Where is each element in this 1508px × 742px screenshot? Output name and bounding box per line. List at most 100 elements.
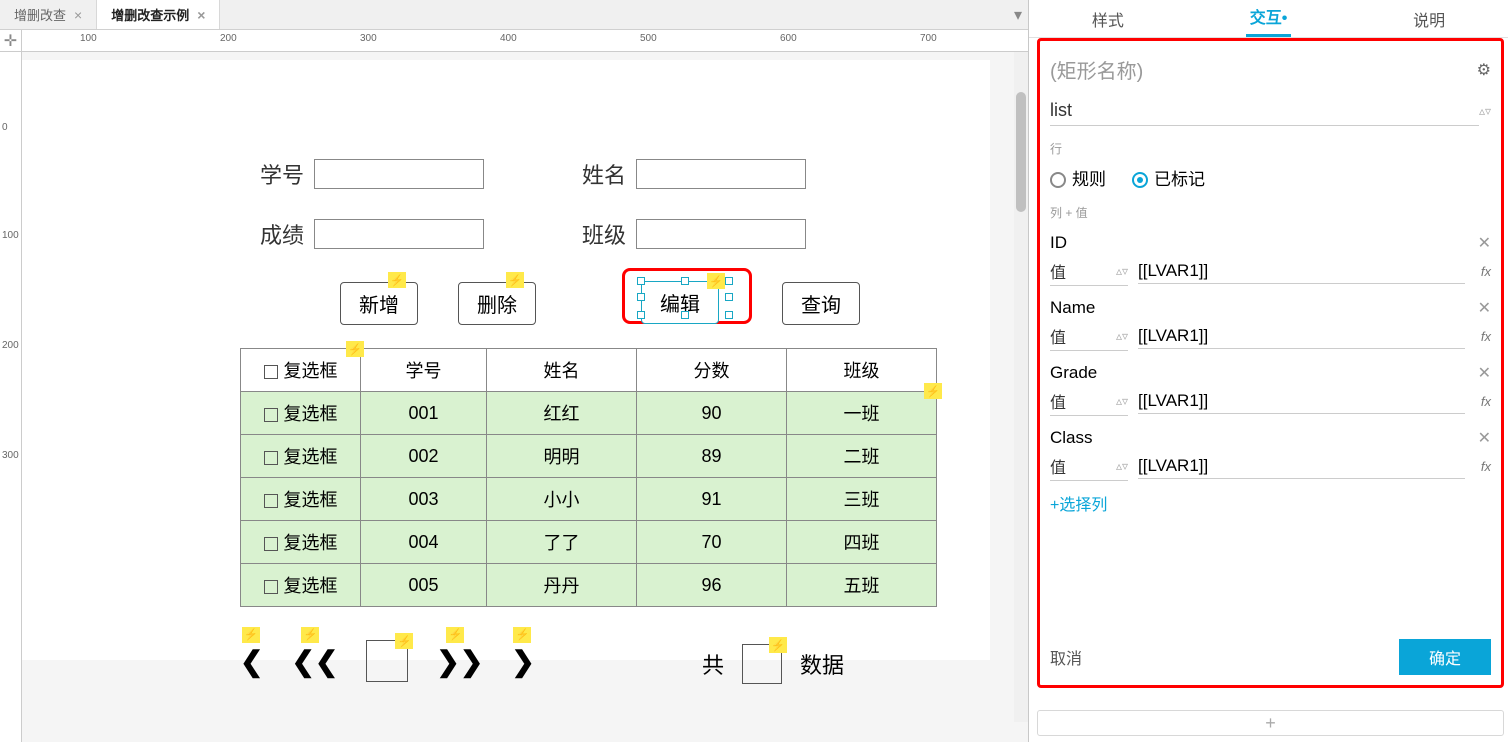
properties-panel: 样式 交互• 说明 (矩形名称) ⚙ ▵▿ 行 规则 已标记 列 + 值 ID ✕… bbox=[1028, 0, 1508, 742]
fx-icon[interactable]: fx bbox=[1481, 264, 1491, 279]
section-columns-label: 列 + 值 bbox=[1050, 204, 1491, 221]
label-grade: 成绩 bbox=[260, 218, 304, 250]
interaction-bolt-icon: ⚡ bbox=[769, 637, 787, 653]
label-student-id: 学号 bbox=[260, 158, 304, 190]
close-icon[interactable]: × bbox=[74, 7, 82, 23]
checkbox-icon[interactable] bbox=[264, 408, 278, 422]
ruler-vertical[interactable]: 0 100 200 300 bbox=[0, 52, 22, 742]
total-count-area: 共 ⚡ 数据 bbox=[702, 644, 844, 684]
interaction-bolt-icon: ⚡ bbox=[395, 633, 413, 649]
fx-icon[interactable]: fx bbox=[1481, 459, 1491, 474]
table-row[interactable]: 复选框004了了70四班 bbox=[241, 521, 937, 564]
fx-icon[interactable]: fx bbox=[1481, 329, 1491, 344]
checkbox-icon[interactable] bbox=[264, 494, 278, 508]
total-left-label: 共 bbox=[702, 648, 724, 680]
cancel-button[interactable]: 取消 bbox=[1050, 645, 1082, 669]
pager: ❮⚡ ❮❮⚡ ⚡ ❯❯⚡ ❯⚡ bbox=[240, 640, 535, 682]
value-type-select[interactable]: 值▵▿ bbox=[1050, 387, 1128, 416]
checkbox-icon[interactable] bbox=[264, 580, 278, 594]
value-input[interactable] bbox=[1138, 389, 1465, 414]
scroll-thumb[interactable] bbox=[1016, 92, 1026, 212]
editor-main: 增删改查 × 增删改查示例 × ▾ ✛ 100 200 300 400 500 … bbox=[0, 0, 1028, 742]
table-row[interactable]: 复选框002明明89二班 bbox=[241, 435, 937, 478]
value-type-select[interactable]: 值▵▿ bbox=[1050, 257, 1128, 286]
interaction-bolt-icon: ⚡ bbox=[388, 272, 406, 288]
add-column-link[interactable]: +选择列 bbox=[1050, 491, 1491, 515]
value-input[interactable] bbox=[1138, 324, 1465, 349]
section-row-label: 行 bbox=[1050, 140, 1491, 157]
fx-icon[interactable]: fx bbox=[1481, 394, 1491, 409]
radio-rule[interactable]: 规则 bbox=[1050, 165, 1106, 190]
tab-crud-example[interactable]: 增删改查示例 × bbox=[97, 0, 220, 29]
interaction-bolt-icon: ⚡ bbox=[924, 383, 942, 399]
column-name: Class bbox=[1050, 428, 1093, 448]
radio-marked[interactable]: 已标记 bbox=[1132, 165, 1205, 190]
interaction-bolt-icon: ⚡ bbox=[506, 272, 524, 288]
checkbox-icon[interactable] bbox=[264, 537, 278, 551]
remove-column-icon[interactable]: ✕ bbox=[1478, 233, 1491, 253]
vertical-scrollbar[interactable] bbox=[1014, 52, 1028, 722]
page-surface[interactable]: 学号 姓名 成绩 班级 新增 ⚡ 删除 ⚡ bbox=[22, 60, 990, 660]
value-type-select[interactable]: 值▵▿ bbox=[1050, 452, 1128, 481]
query-button[interactable]: 查询 bbox=[782, 282, 860, 325]
shape-name-placeholder[interactable]: (矩形名称) bbox=[1050, 55, 1143, 84]
interaction-editor-highlight: (矩形名称) ⚙ ▵▿ 行 规则 已标记 列 + 值 ID ✕ 值▵▿ fx Name ✕… bbox=[1037, 38, 1504, 688]
ruler-origin-icon[interactable]: ✛ bbox=[0, 30, 22, 52]
delete-button[interactable]: 删除 bbox=[458, 282, 536, 325]
remove-column-icon[interactable]: ✕ bbox=[1478, 428, 1491, 448]
interaction-bolt-icon: ⚡ bbox=[446, 627, 464, 643]
value-type-select[interactable]: 值▵▿ bbox=[1050, 322, 1128, 351]
tab-notes[interactable]: 说明 bbox=[1409, 1, 1449, 37]
next-page-icon[interactable]: ❯❯⚡ bbox=[436, 645, 483, 678]
checkbox-icon[interactable] bbox=[264, 451, 278, 465]
label-class: 班级 bbox=[582, 218, 626, 250]
add-button[interactable]: 新增 bbox=[340, 282, 418, 325]
total-count-box[interactable]: ⚡ bbox=[742, 644, 782, 684]
input-student-id[interactable] bbox=[314, 159, 484, 189]
selection-highlight: 编辑 ⚡ bbox=[622, 268, 752, 324]
table-row[interactable]: 复选框003小小91三班 bbox=[241, 478, 937, 521]
interaction-bolt-icon: ⚡ bbox=[346, 341, 364, 357]
interaction-bolt-icon: ⚡ bbox=[242, 627, 260, 643]
column-name: Grade bbox=[1050, 363, 1097, 383]
column-name: ID bbox=[1050, 233, 1067, 253]
close-icon[interactable]: × bbox=[197, 7, 205, 23]
first-page-icon[interactable]: ❮⚡ bbox=[240, 645, 263, 678]
value-input[interactable] bbox=[1138, 454, 1465, 479]
input-class[interactable] bbox=[636, 219, 806, 249]
canvas[interactable]: 学号 姓名 成绩 班级 新增 ⚡ 删除 ⚡ bbox=[22, 52, 1028, 742]
total-right-label: 数据 bbox=[800, 648, 844, 680]
settings-sliders-icon[interactable]: ⚙ bbox=[1477, 60, 1491, 80]
tab-interactions[interactable]: 交互• bbox=[1246, 0, 1292, 37]
remove-column-icon[interactable]: ✕ bbox=[1478, 363, 1491, 383]
tab-label: 增删改查示例 bbox=[111, 5, 189, 24]
tab-crud[interactable]: 增删改查 × bbox=[0, 0, 97, 29]
interaction-bolt-icon: ⚡ bbox=[707, 273, 725, 289]
ruler-horizontal[interactable]: 100 200 300 400 500 600 700 bbox=[22, 30, 1028, 52]
remove-column-icon[interactable]: ✕ bbox=[1478, 298, 1491, 318]
add-interaction-bar[interactable]: + bbox=[1037, 710, 1504, 736]
panel-tabs: 样式 交互• 说明 bbox=[1029, 0, 1508, 38]
input-grade[interactable] bbox=[314, 219, 484, 249]
tab-overflow-icon[interactable]: ▾ bbox=[1014, 5, 1022, 25]
column-name: Name bbox=[1050, 298, 1095, 318]
interaction-bolt-icon: ⚡ bbox=[301, 627, 319, 643]
chevron-updown-icon[interactable]: ▵▿ bbox=[1479, 104, 1491, 118]
prev-page-icon[interactable]: ❮❮⚡ bbox=[291, 645, 338, 678]
label-name: 姓名 bbox=[582, 158, 626, 190]
last-page-icon[interactable]: ❯⚡ bbox=[511, 645, 534, 678]
checkbox-icon[interactable] bbox=[264, 365, 278, 379]
tab-style[interactable]: 样式 bbox=[1088, 1, 1128, 37]
value-input[interactable] bbox=[1138, 259, 1465, 284]
interaction-bolt-icon: ⚡ bbox=[513, 627, 531, 643]
table-row[interactable]: 复选框001红红90一班 bbox=[241, 392, 937, 435]
table-header-row: 复选框⚡ 学号 姓名 分数 班级⚡ bbox=[241, 349, 937, 392]
page-number-box[interactable]: ⚡ bbox=[366, 640, 408, 682]
data-table[interactable]: 复选框⚡ 学号 姓名 分数 班级⚡ 复选框001红红90一班复选框002明明89… bbox=[240, 348, 937, 607]
target-repeater-field[interactable] bbox=[1050, 96, 1479, 126]
ok-button[interactable]: 确定 bbox=[1399, 639, 1491, 675]
page-tabbar: 增删改查 × 增删改查示例 × ▾ bbox=[0, 0, 1028, 30]
input-name[interactable] bbox=[636, 159, 806, 189]
tab-label: 增删改查 bbox=[14, 5, 66, 24]
table-row[interactable]: 复选框005丹丹96五班 bbox=[241, 564, 937, 607]
